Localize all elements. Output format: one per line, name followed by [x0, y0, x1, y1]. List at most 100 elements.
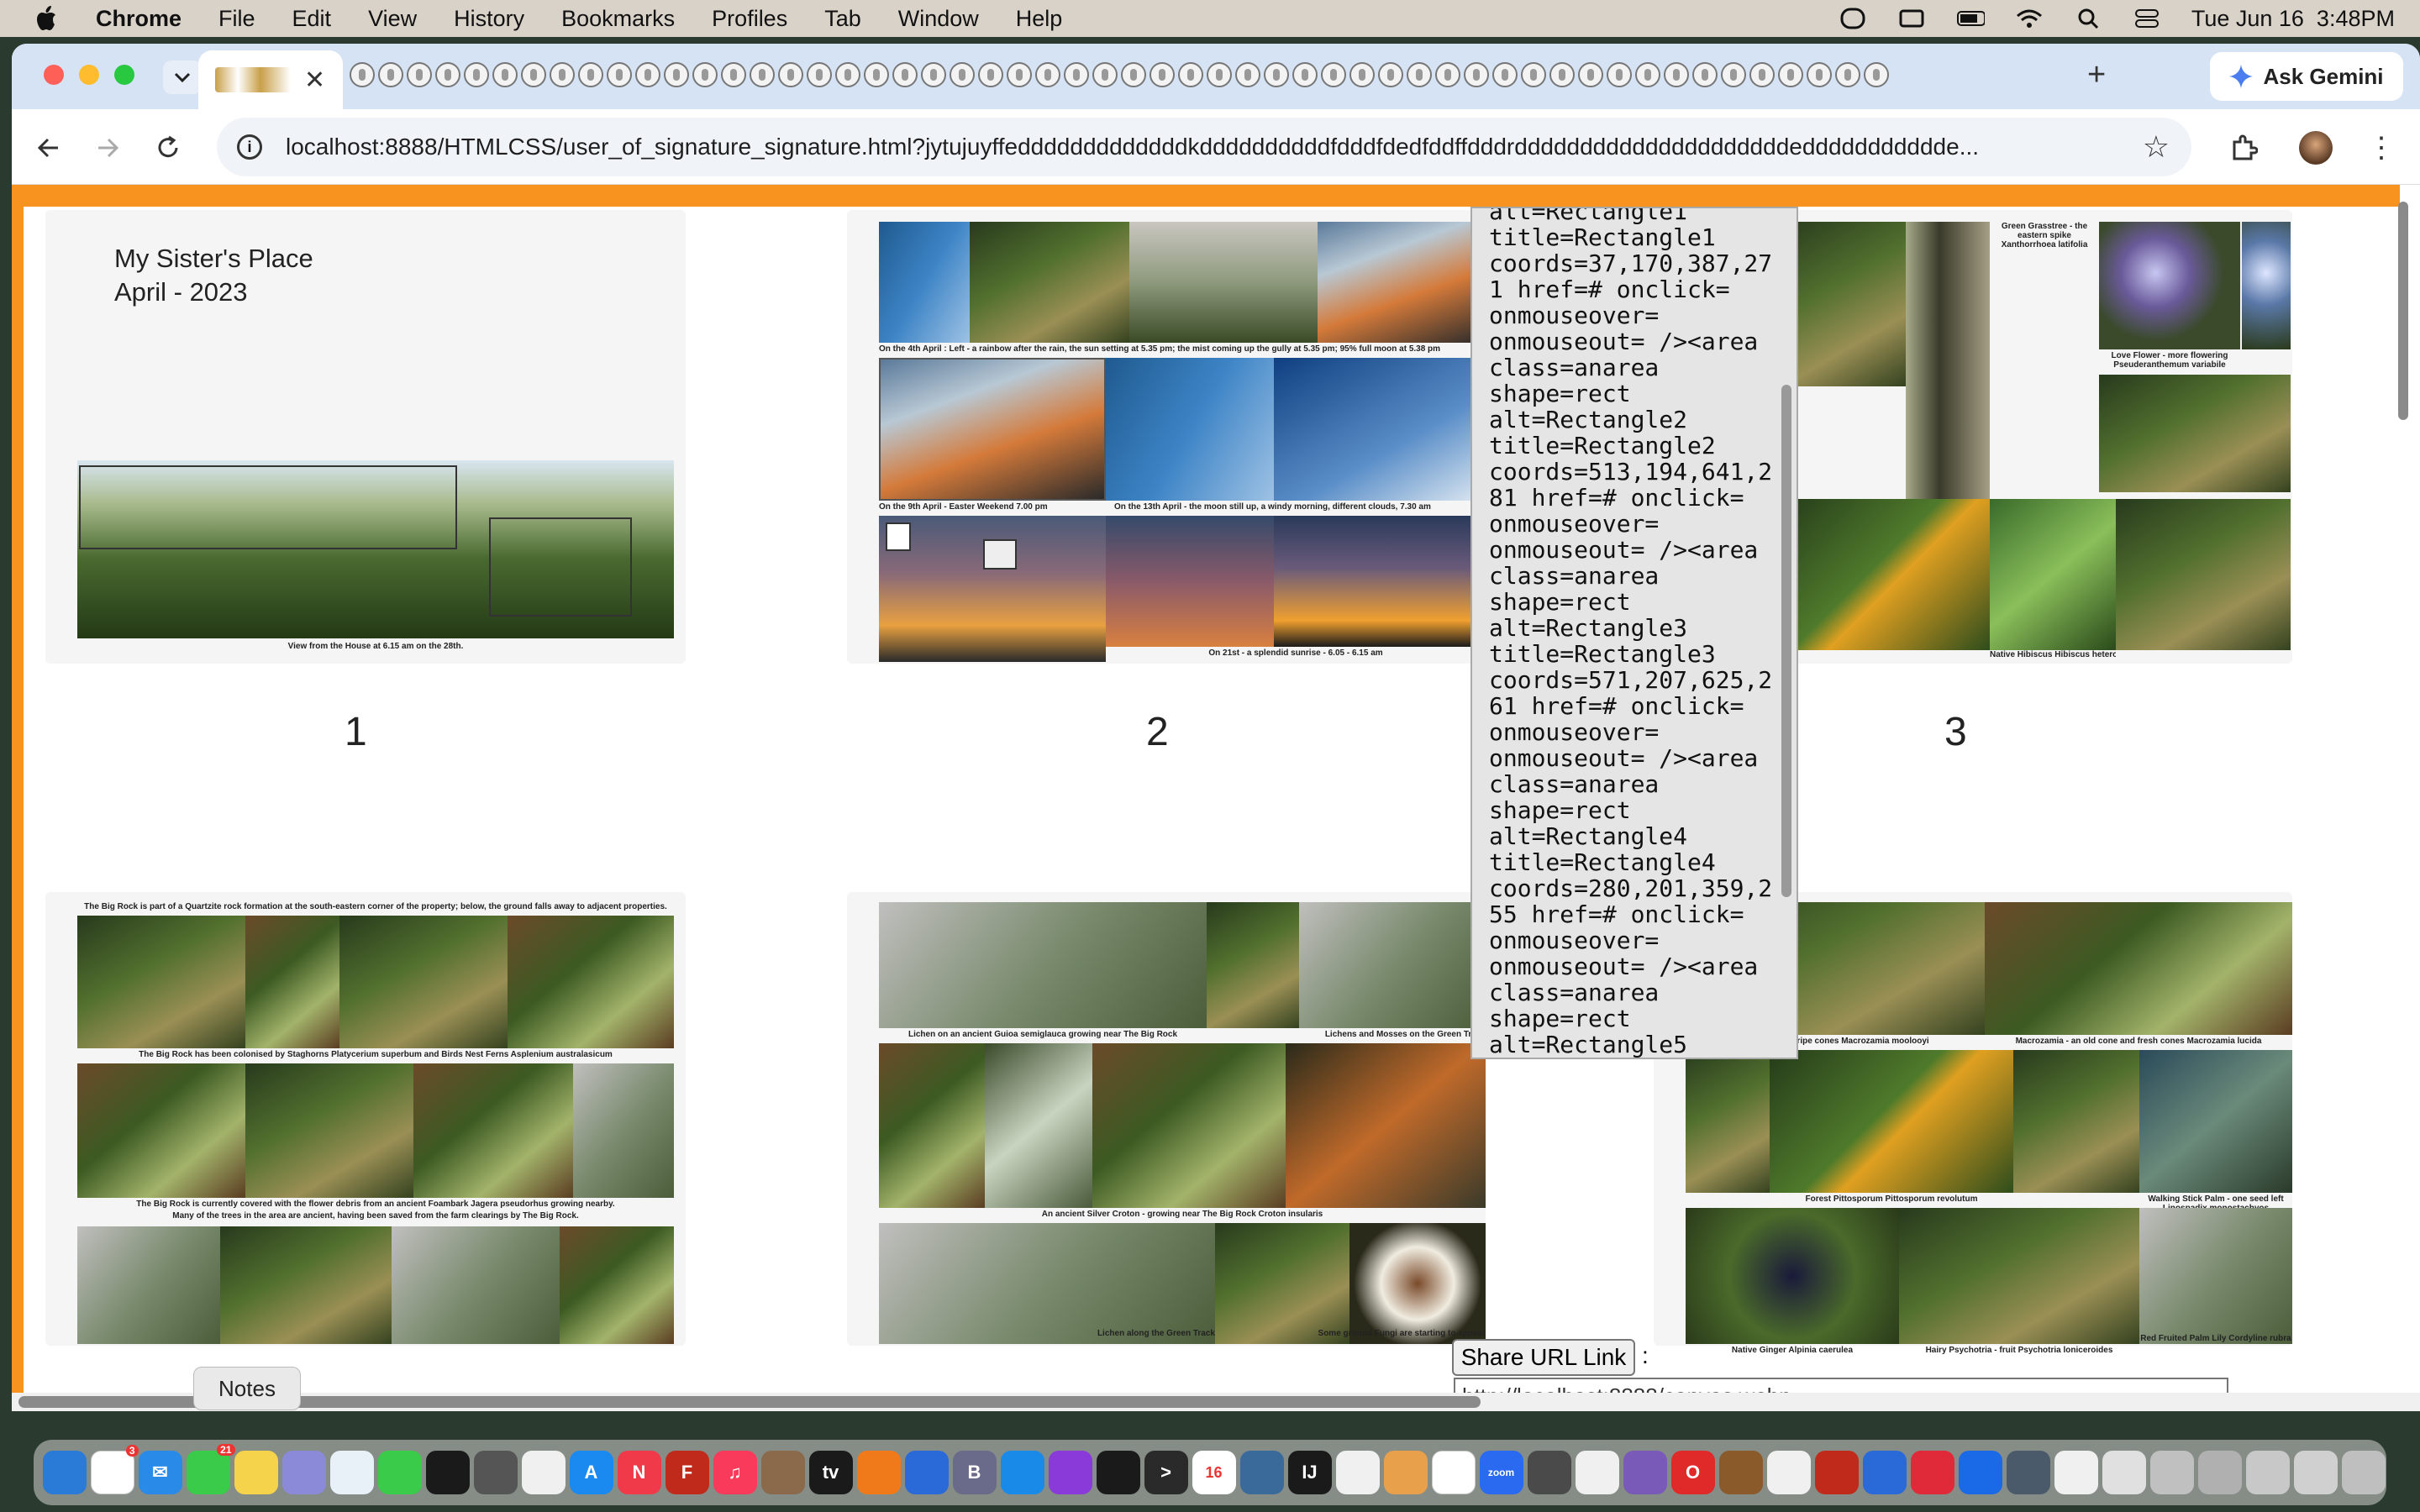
- folder-stack-icon-4[interactable]: [2245, 1451, 2290, 1494]
- tab-favicon-icon[interactable]: [1807, 62, 1832, 87]
- lichen-photo-2[interactable]: [1207, 902, 1299, 1028]
- vpn-icon[interactable]: [904, 1451, 949, 1494]
- tab-favicon-icon[interactable]: [921, 62, 946, 87]
- filezilla-icon[interactable]: F: [665, 1451, 709, 1494]
- image-map-rect-1[interactable]: [79, 465, 457, 549]
- grewia-photo[interactable]: [2099, 375, 2291, 492]
- tab-favicon-icon[interactable]: [1692, 62, 1718, 87]
- tree-photo-4[interactable]: [560, 1226, 674, 1344]
- tab-favicon-icon[interactable]: [1349, 62, 1375, 87]
- ask-gemini-button[interactable]: Ask Gemini: [2210, 52, 2403, 101]
- compass-icon[interactable]: [1814, 1451, 1859, 1494]
- menu-profiles[interactable]: Profiles: [712, 6, 787, 32]
- facetime-icon[interactable]: [377, 1451, 422, 1494]
- image-map-rect-3[interactable]: [886, 522, 911, 551]
- tab-favicon-icon[interactable]: [350, 62, 375, 87]
- folder-stack-icon-5[interactable]: [2293, 1451, 2338, 1494]
- plant-photo-1[interactable]: [1780, 222, 1906, 386]
- activity-monitor-icon[interactable]: [1096, 1451, 1140, 1494]
- collage-card-5[interactable]: Lichen on an ancient Guioa semiglauca gr…: [847, 892, 1486, 1346]
- tab-favicon-icon[interactable]: [778, 62, 803, 87]
- tab-favicon-icon[interactable]: [664, 62, 689, 87]
- terminal-icon[interactable]: [425, 1451, 470, 1494]
- collage-card-4[interactable]: The Big Rock is part of a Quartzite rock…: [45, 892, 686, 1346]
- windy-morning-photo[interactable]: [1106, 358, 1274, 501]
- firefox-icon[interactable]: [856, 1451, 901, 1494]
- tab-favicon-icon[interactable]: [835, 62, 860, 87]
- sunrise-photo-2[interactable]: [1106, 516, 1274, 647]
- tab-favicon-icon[interactable]: [1607, 62, 1632, 87]
- tab-favicon-icon[interactable]: [1207, 62, 1232, 87]
- tab-favicon-icon[interactable]: [721, 62, 746, 87]
- menu-tab[interactable]: Tab: [824, 6, 861, 32]
- tab-favicon-icon[interactable]: [1635, 62, 1660, 87]
- tab-favicon-icon[interactable]: [1464, 62, 1489, 87]
- tab-favicon-icon[interactable]: [978, 62, 1003, 87]
- active-tab[interactable]: ✕: [198, 50, 343, 109]
- finder-icon[interactable]: [42, 1451, 87, 1494]
- fern-photo-2[interactable]: [245, 916, 339, 1048]
- sunrise-photo-1[interactable]: [879, 516, 1106, 662]
- tab-favicon-icon[interactable]: [1092, 62, 1118, 87]
- code-text[interactable]: alt=Rectangle1 title=Rectangle1 coords=3…: [1489, 208, 1772, 1058]
- tab-favicon-icon[interactable]: [1292, 62, 1318, 87]
- close-window-button[interactable]: [44, 65, 64, 85]
- tab-favicon-icon[interactable]: [1549, 62, 1575, 87]
- close-tab-icon[interactable]: ✕: [304, 66, 325, 95]
- tab-favicon-icon[interactable]: [1492, 62, 1518, 87]
- tab-favicon-icon[interactable]: [1178, 62, 1203, 87]
- menu-app-name[interactable]: Chrome: [96, 6, 182, 32]
- freeform-icon[interactable]: [329, 1451, 374, 1494]
- palm-lily-photo[interactable]: [2139, 1208, 2292, 1344]
- walking-stick-palm-photo[interactable]: [2139, 1050, 2292, 1193]
- more-menu-icon[interactable]: ⋮: [2365, 131, 2398, 165]
- chrome-icon[interactable]: [1431, 1451, 1476, 1494]
- tree-photo-2[interactable]: [220, 1226, 392, 1344]
- reminders-icon[interactable]: 3: [90, 1445, 139, 1494]
- rock-photo-2[interactable]: [245, 1063, 413, 1198]
- tab-favicon-icon[interactable]: [607, 62, 632, 87]
- safari-icon[interactable]: [1000, 1451, 1044, 1494]
- tab-favicon-icon[interactable]: [1064, 62, 1089, 87]
- notes-app-icon[interactable]: [234, 1451, 278, 1494]
- landscape-photo[interactable]: [77, 460, 674, 638]
- news-icon[interactable]: N: [617, 1451, 661, 1494]
- apple-icon[interactable]: [34, 6, 59, 31]
- script-editor-icon[interactable]: [1862, 1451, 1907, 1494]
- tab-favicon-icon[interactable]: [1578, 62, 1603, 87]
- fern-photo-4[interactable]: [508, 916, 674, 1048]
- image-map-rect-2[interactable]: [489, 517, 632, 617]
- pittosporum-photo-2[interactable]: [1770, 1050, 2013, 1193]
- vertical-scrollbar-thumb[interactable]: [2398, 202, 2408, 420]
- tab-favicon-icon[interactable]: [1121, 62, 1146, 87]
- horizontal-scrollbar[interactable]: [12, 1393, 2420, 1411]
- sequel-icon[interactable]: [1766, 1451, 1811, 1494]
- vertical-scrollbar[interactable]: [2398, 190, 2415, 1399]
- reload-button[interactable]: [151, 131, 185, 165]
- tree-photo-1[interactable]: [77, 1226, 220, 1344]
- quicktime-icon[interactable]: [1239, 1451, 1284, 1494]
- back-button[interactable]: [32, 131, 66, 165]
- lichen-photo-1[interactable]: [879, 902, 1207, 1028]
- tab-favicon-icon[interactable]: [807, 62, 832, 87]
- wifi-icon[interactable]: [2015, 8, 2044, 29]
- easter-photo[interactable]: [879, 358, 1106, 501]
- rock-photo-3[interactable]: [413, 1063, 573, 1198]
- tab-favicon-icon[interactable]: [1264, 62, 1289, 87]
- document-icon[interactable]: [1335, 1451, 1380, 1494]
- new-tab-button[interactable]: +: [2087, 57, 2106, 93]
- folder-stack-icon-2[interactable]: [2149, 1451, 2194, 1494]
- pittosporum-photo-3[interactable]: [2013, 1050, 2139, 1193]
- app-icon-4[interactable]: [2006, 1451, 2050, 1494]
- calculator-icon[interactable]: [473, 1451, 518, 1494]
- acrobat-icon[interactable]: [1910, 1451, 1954, 1494]
- image-map-rect-4[interactable]: [983, 539, 1017, 570]
- podcasts-icon[interactable]: [1048, 1451, 1092, 1494]
- messages-icon[interactable]: 21: [186, 1444, 235, 1494]
- tab-favicon-icon[interactable]: [892, 62, 918, 87]
- bbedit-icon[interactable]: B: [952, 1451, 997, 1494]
- sunrise-photo-3[interactable]: [1274, 516, 1486, 647]
- mail-icon[interactable]: ✉: [138, 1451, 182, 1494]
- tab-favicon-icon[interactable]: [1521, 62, 1546, 87]
- croton-photo-3[interactable]: [1092, 1043, 1286, 1208]
